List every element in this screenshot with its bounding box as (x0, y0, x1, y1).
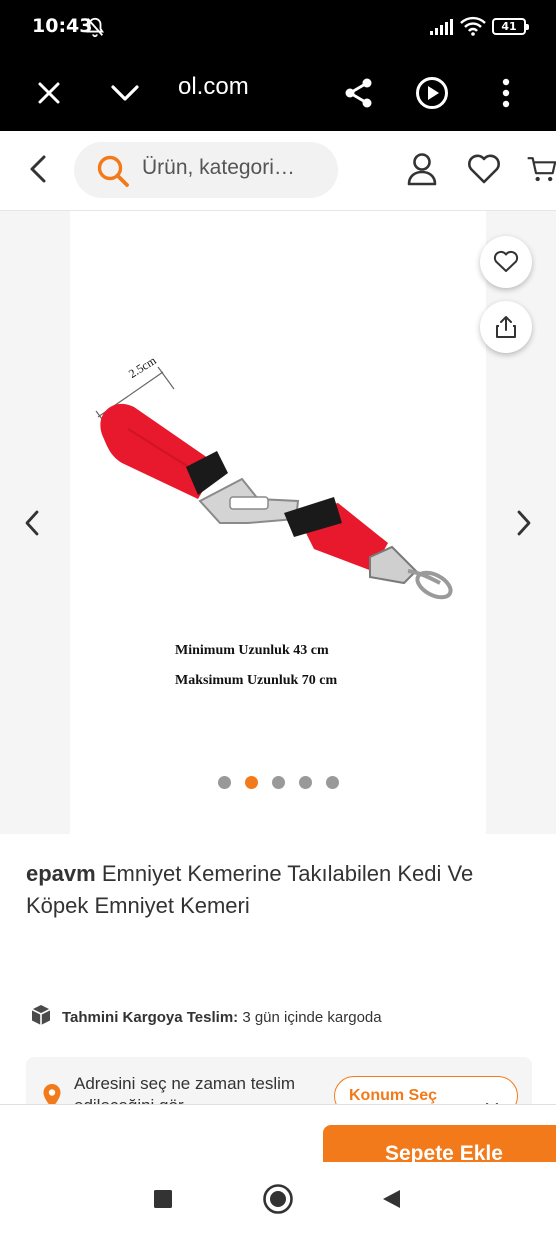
shipping-label: Tahmini Kargoya Teslim: (62, 1008, 239, 1026)
pagination-dot-active[interactable] (244, 776, 258, 789)
add-to-cart-button[interactable]: Sepete Ekle (323, 1125, 556, 1162)
square-icon (154, 1190, 172, 1208)
play-circle-icon (416, 77, 448, 109)
share-icon (496, 316, 516, 338)
account-button[interactable] (402, 149, 442, 189)
min-length-caption: Minimum Uzunluk 43 cm (175, 643, 329, 658)
gallery-prev-button[interactable] (14, 503, 50, 543)
add-to-favorites-button[interactable] (480, 236, 532, 288)
close-tab-button[interactable] (24, 68, 74, 118)
share-product-button[interactable] (480, 301, 532, 353)
add-to-cart-label: Sepete Ekle (385, 1142, 503, 1162)
cart-button[interactable] (526, 149, 556, 189)
shipping-value: 3 gün içinde kargoda (238, 1008, 382, 1026)
bottom-action-bar: Sepete Ekle (0, 1104, 556, 1162)
system-navigation-bar (0, 1162, 556, 1235)
search-icon (96, 154, 130, 193)
select-location-label: Konum Seç (349, 1087, 438, 1104)
triangle-back-icon (383, 1190, 400, 1208)
close-icon (38, 82, 60, 104)
share-icon (345, 78, 372, 108)
favorites-button[interactable] (464, 149, 504, 189)
brand-name[interactable]: epavm (26, 861, 96, 886)
home-circle-icon (263, 1184, 293, 1214)
more-options-button[interactable] (481, 68, 531, 118)
browser-toolbar: ol.com (0, 56, 556, 131)
pagination-dot[interactable] (325, 776, 339, 789)
back-button[interactable] (18, 149, 58, 189)
gallery-pagination (0, 776, 556, 790)
shipping-estimate: Tahmini Kargoya Teslim: 3 gün içinde kar… (30, 1005, 382, 1029)
user-icon (407, 153, 437, 186)
home-button[interactable] (261, 1182, 295, 1216)
heart-icon (468, 154, 500, 184)
play-button[interactable] (407, 68, 457, 118)
back-nav-button[interactable] (374, 1182, 408, 1216)
product-image[interactable]: 2.5cm Minimum Uzunluk 43 cm Maksimum Uzu… (70, 211, 486, 834)
product-title: epavm Emniyet Kemerine Takılabilen Kedi … (26, 858, 526, 922)
chevron-down-icon (111, 85, 139, 101)
chevron-left-icon (25, 510, 39, 536)
max-length-caption: Maksimum Uzunluk 70 cm (175, 673, 338, 688)
pagination-dot[interactable] (298, 776, 312, 789)
more-vertical-icon (502, 78, 510, 108)
pagination-dot[interactable] (217, 776, 231, 789)
search-input[interactable] (142, 156, 322, 180)
gallery-next-button[interactable] (506, 503, 542, 543)
package-icon (30, 1004, 52, 1030)
status-bar: 10:43 41 (0, 0, 556, 56)
cart-icon (527, 157, 556, 182)
share-page-button[interactable] (334, 68, 384, 118)
recents-button[interactable] (146, 1182, 180, 1216)
app-header (0, 131, 556, 211)
product-gallery[interactable]: 2.5cm Minimum Uzunluk 43 cm Maksimum Uzu… (0, 211, 556, 834)
battery-indicator: 41 (492, 18, 529, 35)
signal-icon (430, 19, 454, 40)
wifi-icon (460, 16, 486, 41)
seat-belt-illustration (95, 366, 453, 600)
chevron-left-icon (30, 155, 46, 183)
heart-icon (493, 250, 519, 272)
search-box[interactable] (74, 142, 338, 198)
pagination-dot[interactable] (271, 776, 285, 789)
chevron-right-icon (517, 510, 531, 536)
url-text[interactable]: ol.com (178, 73, 249, 101)
notifications-muted-icon (84, 16, 106, 43)
collapse-button[interactable] (100, 68, 150, 118)
